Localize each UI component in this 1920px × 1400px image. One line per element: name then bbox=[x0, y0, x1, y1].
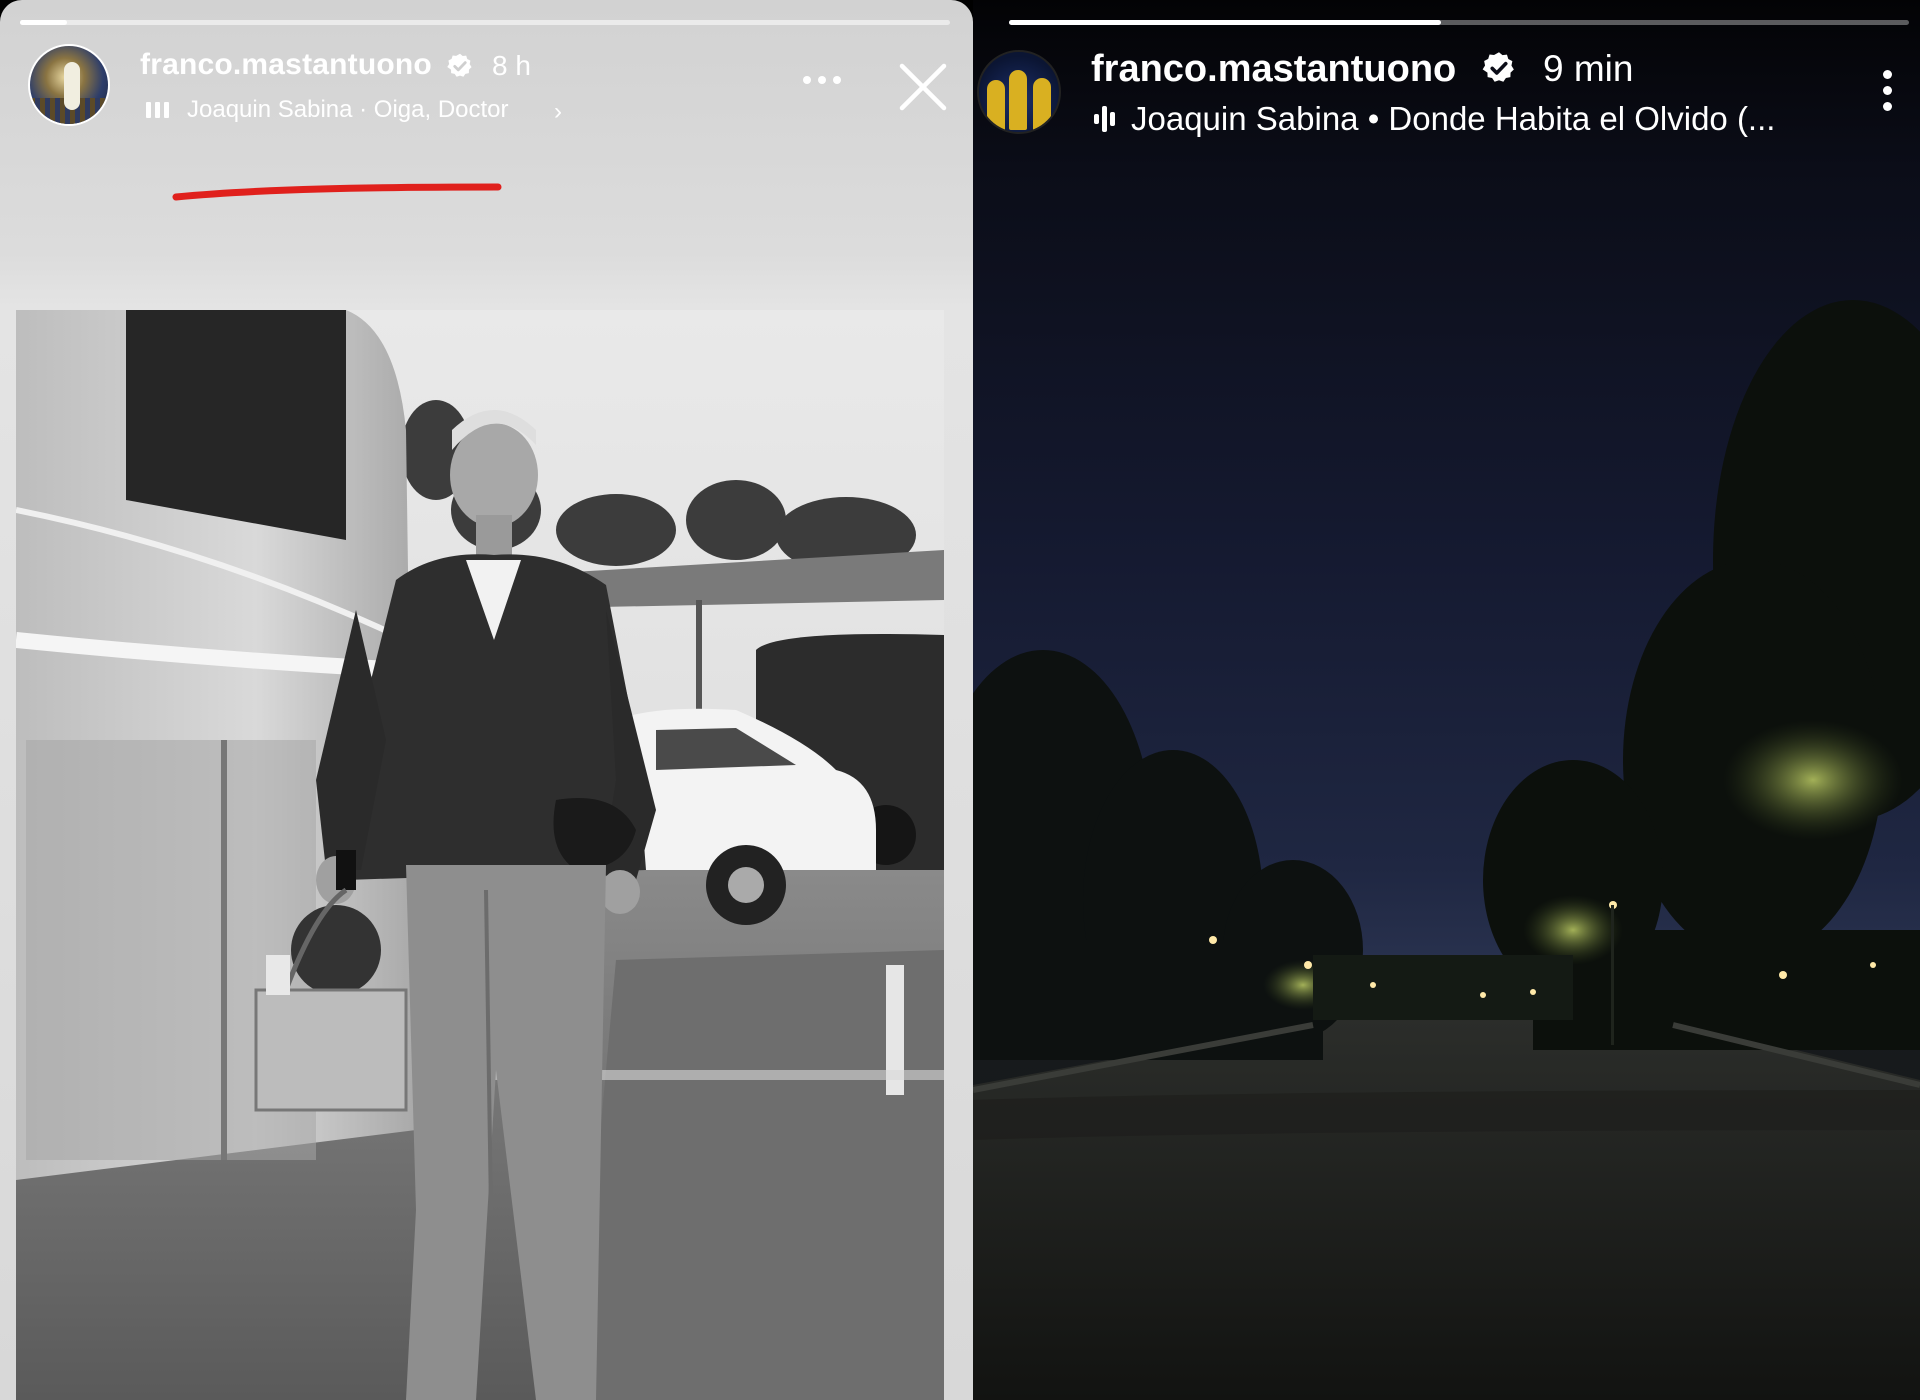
music-track-link[interactable]: Joaquin Sabina · Oiga, Doctor bbox=[187, 96, 509, 124]
post-time: 9 min bbox=[1543, 48, 1634, 89]
music-track-link[interactable]: Joaquin Sabina • Donde Habita el Olvido … bbox=[1131, 100, 1775, 138]
username[interactable]: franco.mastantuono bbox=[1091, 48, 1456, 91]
more-options-icon[interactable] bbox=[803, 76, 843, 86]
story-progress-bar bbox=[20, 20, 950, 25]
avatar[interactable] bbox=[28, 44, 110, 126]
red-annotation-underline bbox=[172, 183, 502, 201]
post-time: 8 h bbox=[492, 50, 531, 81]
story-progress-fill bbox=[20, 20, 67, 25]
story-right[interactable]: franco.mastantuono 9 min Joaquin Sabina … bbox=[973, 0, 1920, 1400]
story-photo-night-park-road bbox=[973, 300, 1920, 1400]
story-left[interactable]: franco.mastantuono 8 h Joaquin Sabina · … bbox=[0, 0, 973, 1400]
chevron-right-icon[interactable]: › bbox=[554, 98, 562, 126]
story-progress-fill bbox=[1009, 20, 1441, 25]
kebab-menu-icon[interactable] bbox=[1883, 70, 1893, 112]
verified-badge-icon bbox=[447, 53, 472, 77]
verified-badge-icon bbox=[1482, 52, 1514, 82]
avatar[interactable] bbox=[977, 50, 1061, 134]
story-progress-bar bbox=[1009, 20, 1909, 25]
music-bars-icon bbox=[146, 100, 172, 118]
close-icon[interactable] bbox=[896, 60, 950, 114]
story-photo-man-walking bbox=[16, 310, 944, 1400]
audio-wave-icon bbox=[1094, 106, 1120, 132]
username[interactable]: franco.mastantuono bbox=[140, 48, 432, 82]
